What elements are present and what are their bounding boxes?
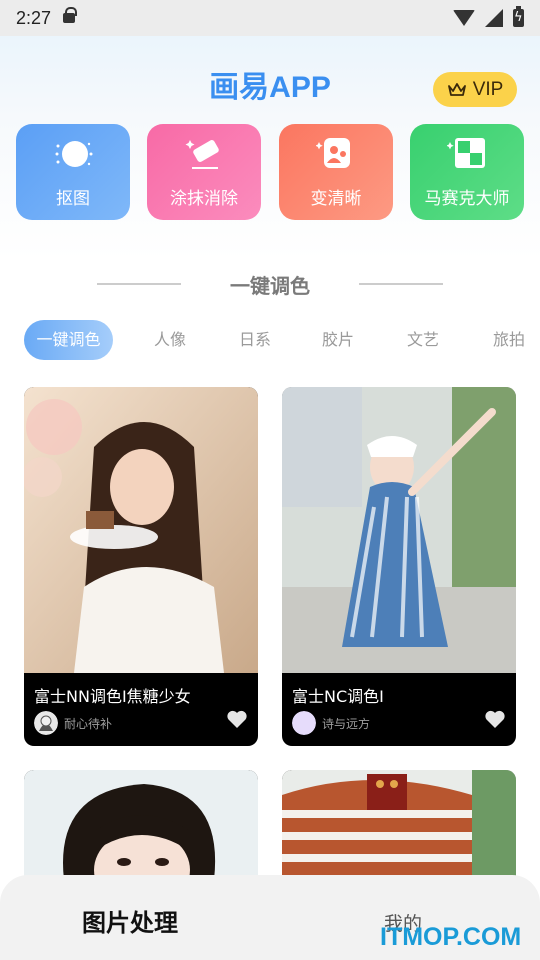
tool-erase-button[interactable]: 涂抹消除 [147, 124, 261, 220]
tool-mosaic-button[interactable]: 马赛克大师 [410, 124, 524, 220]
tab-one-key[interactable]: 一键调色 [24, 320, 113, 360]
tool-label: 涂抹消除 [170, 189, 238, 209]
divider [359, 283, 443, 285]
crown-icon [447, 82, 466, 96]
tab-travel[interactable]: 旅拍 [479, 320, 539, 360]
vip-label: VIP [472, 78, 504, 100]
mosaic-icon [447, 138, 485, 168]
status-bar: 2:27 [0, 0, 540, 36]
vip-button[interactable]: VIP [433, 72, 517, 107]
lock-icon [63, 7, 78, 24]
signal-icon [485, 9, 503, 27]
tab-portrait[interactable]: 人像 [140, 320, 200, 360]
section-header: 一键调色 [0, 270, 540, 300]
card-photo [282, 770, 516, 880]
tab-japanese[interactable]: 日系 [225, 320, 285, 360]
status-icons [453, 6, 524, 27]
battery-icon [513, 6, 524, 27]
section-title: 一键调色 [230, 274, 310, 298]
heart-icon[interactable] [226, 709, 248, 729]
watermark: ITMOP.COM [380, 923, 522, 951]
card-title: 富士NN调色I焦糖少女 [34, 687, 191, 706]
wifi-icon [453, 10, 475, 26]
filter-card[interactable] [282, 770, 516, 880]
filter-card[interactable]: 富士NC调色I 诗与远方 [282, 387, 516, 746]
filter-card[interactable]: 富士NN调色I焦糖少女 耐心待补 [24, 387, 258, 746]
tab-film[interactable]: 胶片 [308, 320, 368, 360]
eraser-icon [185, 140, 219, 169]
divider [97, 283, 181, 285]
tool-label: 抠图 [56, 189, 90, 209]
tool-cutout-button[interactable]: 抠图 [16, 124, 130, 220]
card-photo [24, 387, 258, 673]
tool-label: 变清晰 [310, 189, 362, 209]
author-name: 诗与远方 [322, 717, 371, 731]
nav-image-processing[interactable]: 图片处理 [82, 903, 178, 938]
author-avatar [34, 711, 58, 735]
tool-label: 马赛克大师 [424, 189, 510, 209]
author-avatar [292, 711, 316, 735]
filter-tabs: 一键调色 人像 日系 胶片 文艺 旅拍 [0, 320, 540, 360]
author-name: 耐心待补 [64, 717, 113, 731]
card-photo [24, 770, 258, 880]
card-title: 富士NC调色I [292, 687, 384, 706]
tool-enhance-button[interactable]: 变清晰 [279, 124, 393, 220]
app-title: 画易APP [209, 71, 331, 104]
tool-grid: 抠图 涂抹消除 变清晰 马赛克大师 [16, 124, 524, 220]
heart-icon[interactable] [484, 709, 506, 729]
filter-card[interactable] [24, 770, 258, 880]
tab-artsy[interactable]: 文艺 [393, 320, 453, 360]
cutout-icon [55, 141, 93, 167]
status-time: 2:27 [16, 7, 52, 28]
card-photo [282, 387, 516, 673]
enhance-icon [316, 138, 350, 168]
